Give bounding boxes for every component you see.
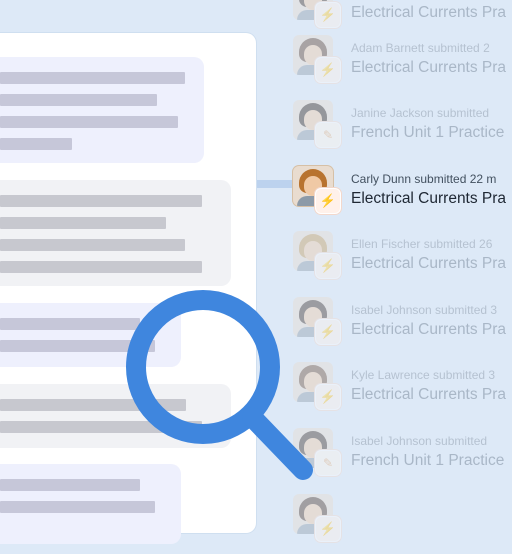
magnifying-glass-icon [126, 290, 313, 480]
lightning-icon: ⚡ [319, 521, 337, 536]
subject-badge: ⚡ [315, 516, 341, 542]
